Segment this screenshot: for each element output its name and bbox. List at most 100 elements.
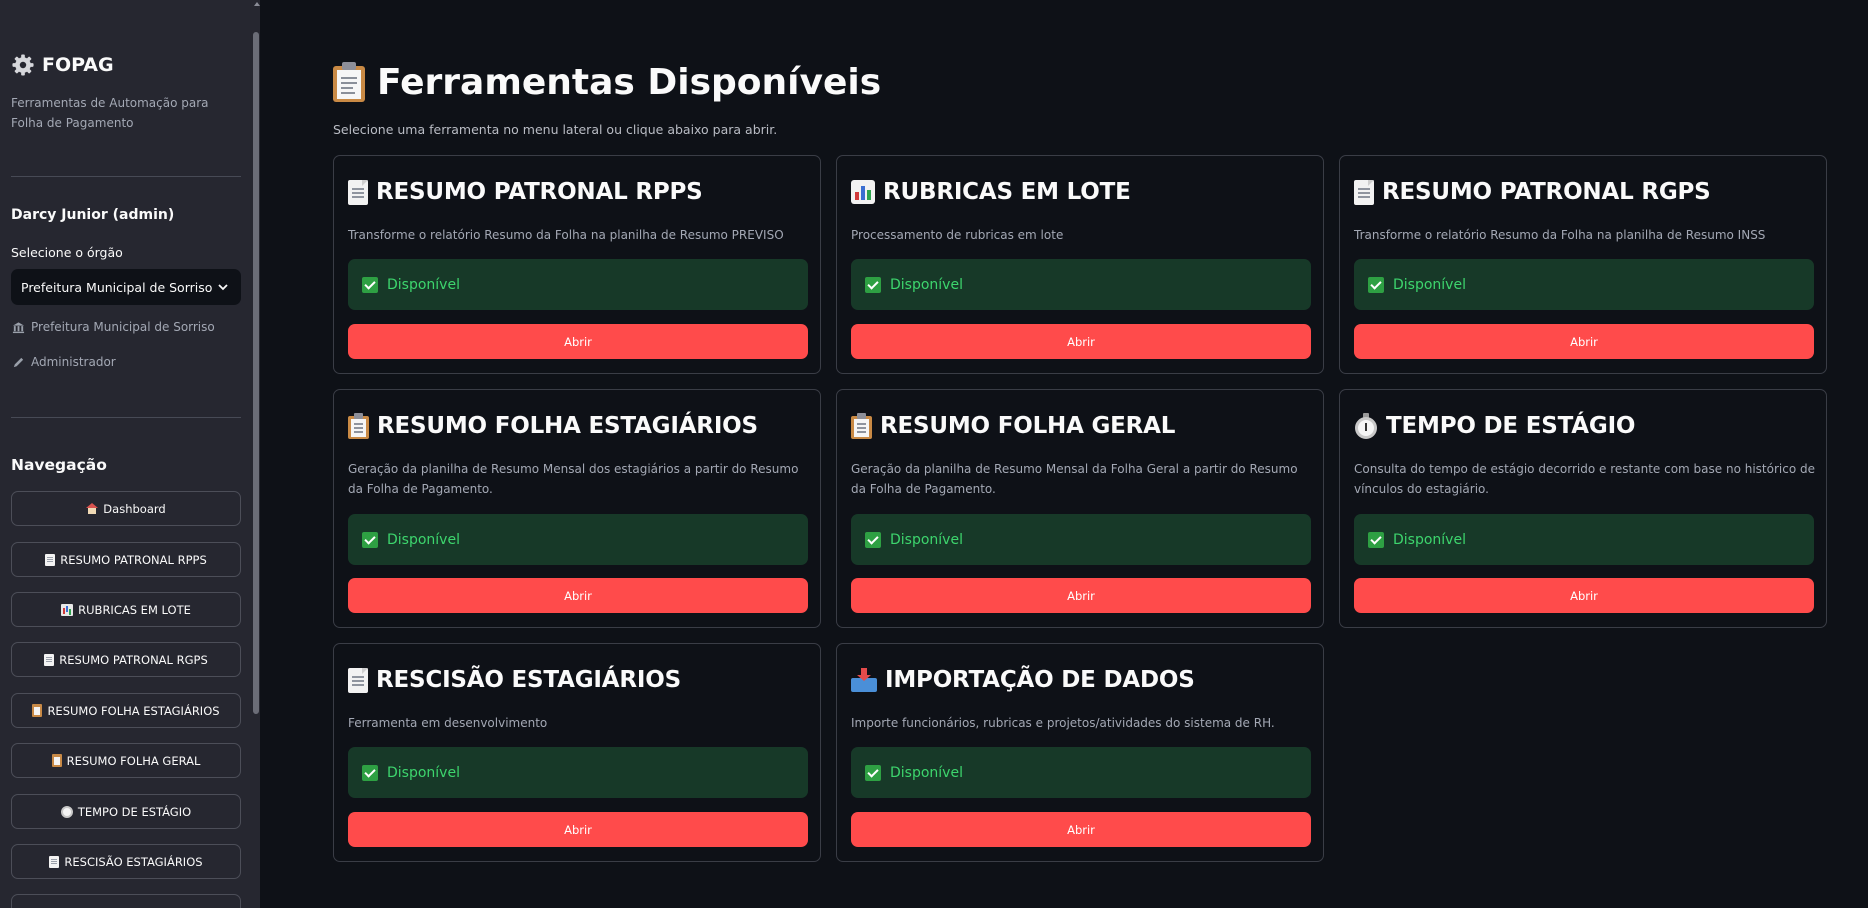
open-button[interactable]: Abrir xyxy=(851,578,1311,613)
nav-button-resumo-folha-estagiarios[interactable]: RESUMO FOLHA ESTAGIÁRIOS xyxy=(11,693,241,728)
tool-card-resumo-patronal-rpps: RESUMO PATRONAL RPPS Transforme o relató… xyxy=(333,155,821,374)
tool-card-resumo-folha-geral: RESUMO FOLHA GERAL Geração da planilha d… xyxy=(836,389,1324,628)
nav-button-label: RUBRICAS EM LOTE xyxy=(78,602,191,617)
card-description: Geração da planilha de Resumo Mensal da … xyxy=(851,462,1298,496)
pencil-icon xyxy=(13,357,24,367)
gear-icon xyxy=(12,54,34,76)
document-icon xyxy=(44,653,55,666)
clipboard-icon xyxy=(32,704,43,717)
page-title-text: Ferramentas Disponíveis xyxy=(377,61,882,103)
document-icon xyxy=(348,179,368,205)
nav-button-resumo-patronal-rgps[interactable]: RESUMO PATRONAL RGPS xyxy=(11,642,241,677)
card-title-text: TEMPO DE ESTÁGIO xyxy=(1386,413,1636,439)
brand-subtitle: Ferramentas de Automação para Folha de P… xyxy=(11,96,209,130)
check-mark-icon xyxy=(865,764,881,781)
tool-card-tempo-de-estagio: TEMPO DE ESTÁGIO Consulta do tempo de es… xyxy=(1339,389,1827,628)
clipboard-icon xyxy=(51,754,62,767)
card-title-text: RESCISÃO ESTAGIÁRIOS xyxy=(376,667,681,693)
card-description: Transforme o relatório Resumo da Folha n… xyxy=(348,228,784,242)
open-button[interactable]: Abrir xyxy=(348,578,808,613)
org-info-text: Prefeitura Municipal de Sorriso xyxy=(31,320,215,334)
status-text: Disponível xyxy=(387,764,460,781)
org-select-value: Prefeitura Municipal de Sorriso xyxy=(21,279,213,295)
check-mark-icon xyxy=(362,531,378,548)
status-text: Disponível xyxy=(890,531,963,548)
status-text: Disponível xyxy=(890,764,963,781)
status-box: Disponível xyxy=(348,259,808,310)
card-title-text: RUBRICAS EM LOTE xyxy=(883,179,1131,205)
document-icon xyxy=(348,667,368,693)
stopwatch-icon xyxy=(1354,413,1378,439)
open-button[interactable]: Abrir xyxy=(1354,578,1814,613)
status-text: Disponível xyxy=(387,531,460,548)
status-text: Disponível xyxy=(1393,531,1466,548)
clipboard-icon xyxy=(348,413,369,439)
open-button[interactable]: Abrir xyxy=(348,324,808,359)
user-name: Darcy Junior (admin) xyxy=(11,207,175,223)
chevron-down-icon xyxy=(218,284,228,291)
bar-chart-icon xyxy=(61,603,74,616)
status-box: Disponível xyxy=(1354,259,1814,310)
card-title: IMPORTAÇÃO DE DADOS xyxy=(851,664,1195,696)
page-title: Ferramentas Disponíveis xyxy=(333,57,881,107)
card-description: Geração da planilha de Resumo Mensal dos… xyxy=(348,462,799,496)
brand: FOPAG xyxy=(12,52,114,78)
check-mark-icon xyxy=(865,276,881,293)
nav-title: Navegação xyxy=(11,456,107,474)
card-title-text: RESUMO FOLHA ESTAGIÁRIOS xyxy=(377,413,758,439)
nav-button-resumo-patronal-rpps[interactable]: RESUMO PATRONAL RPPS xyxy=(11,542,241,577)
status-box: Disponível xyxy=(348,514,808,565)
card-title-text: RESUMO PATRONAL RPPS xyxy=(376,179,703,205)
check-mark-icon xyxy=(362,276,378,293)
nav-button-label: RESUMO PATRONAL RGPS xyxy=(59,652,208,667)
role-info-text: Administrador xyxy=(31,355,116,369)
open-button[interactable]: Abrir xyxy=(851,812,1311,847)
open-button[interactable]: Abrir xyxy=(851,324,1311,359)
card-description: Transforme o relatório Resumo da Folha n… xyxy=(1354,228,1766,242)
document-icon xyxy=(1354,179,1374,205)
org-info: Prefeitura Municipal de Sorriso xyxy=(12,320,215,334)
card-title: RESUMO FOLHA GERAL xyxy=(851,410,1175,442)
open-button[interactable]: Abrir xyxy=(348,812,808,847)
card-title-text: IMPORTAÇÃO DE DADOS xyxy=(885,667,1195,693)
nav-button-dashboard[interactable]: Dashboard xyxy=(11,491,241,526)
check-mark-icon xyxy=(362,764,378,781)
nav-button-label: Dashboard xyxy=(103,501,166,516)
nav-button-label: RESCISÃO ESTAGIÁRIOS xyxy=(64,854,203,869)
tool-card-importacao-de-dados: IMPORTAÇÃO DE DADOS Importe funcionários… xyxy=(836,643,1324,862)
tool-card-resumo-folha-estagiarios: RESUMO FOLHA ESTAGIÁRIOS Geração da plan… xyxy=(333,389,821,628)
clipboard-icon xyxy=(333,62,365,102)
org-select[interactable]: Prefeitura Municipal de Sorriso xyxy=(11,269,241,305)
status-box: Disponível xyxy=(851,747,1311,798)
card-title: TEMPO DE ESTÁGIO xyxy=(1354,410,1635,442)
nav-button-rescisao-estagiarios[interactable]: RESCISÃO ESTAGIÁRIOS xyxy=(11,844,241,879)
card-description: Importe funcionários, rubricas e projeto… xyxy=(851,716,1275,730)
bank-building-icon xyxy=(12,321,25,333)
status-text: Disponível xyxy=(890,276,963,293)
sidebar-scroll-thumb[interactable] xyxy=(253,32,259,714)
nav-button-partial[interactable] xyxy=(11,894,241,908)
role-info: Administrador xyxy=(12,355,116,369)
open-button[interactable]: Abrir xyxy=(1354,324,1814,359)
stopwatch-icon xyxy=(60,805,73,818)
nav-button-label: RESUMO PATRONAL RPPS xyxy=(60,552,207,567)
sidebar-divider xyxy=(11,417,241,418)
check-mark-icon xyxy=(1368,276,1384,293)
nav-button-label: RESUMO FOLHA ESTAGIÁRIOS xyxy=(47,703,220,718)
card-title-text: RESUMO PATRONAL RGPS xyxy=(1382,179,1711,205)
nav-button-resumo-folha-geral[interactable]: RESUMO FOLHA GERAL xyxy=(11,743,241,778)
org-select-label: Selecione o órgão xyxy=(11,245,123,260)
status-text: Disponível xyxy=(387,276,460,293)
document-icon xyxy=(45,553,56,566)
tool-card-rescisao-estagiarios: RESCISÃO ESTAGIÁRIOS Ferramenta em desen… xyxy=(333,643,821,862)
check-mark-icon xyxy=(1368,531,1384,548)
nav-button-tempo-de-estagio[interactable]: TEMPO DE ESTÁGIO xyxy=(11,794,241,829)
card-title: RESUMO FOLHA ESTAGIÁRIOS xyxy=(348,410,758,442)
card-title: RESCISÃO ESTAGIÁRIOS xyxy=(348,664,681,696)
clipboard-icon xyxy=(851,413,872,439)
page-subtitle: Selecione uma ferramenta no menu lateral… xyxy=(333,122,778,137)
house-icon xyxy=(86,503,99,514)
nav-button-rubricas-em-lote[interactable]: RUBRICAS EM LOTE xyxy=(11,592,241,627)
card-title: RESUMO PATRONAL RGPS xyxy=(1354,176,1711,208)
card-description: Processamento de rubricas em lote xyxy=(851,228,1064,242)
